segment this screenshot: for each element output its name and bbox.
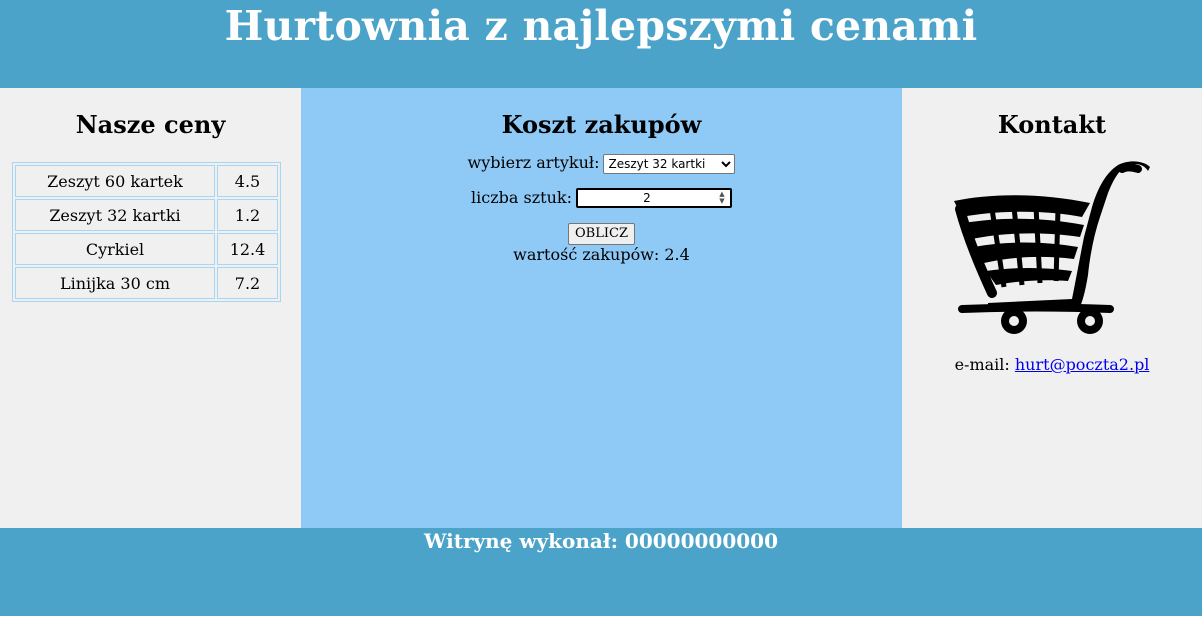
quantity-row: liczba sztuk: ▲▼	[301, 187, 902, 208]
email-link[interactable]: hurt@poczta2.pl	[1015, 355, 1150, 374]
email-label: e-mail:	[954, 355, 1010, 374]
product-price: 1.2	[217, 199, 278, 231]
product-name: Zeszyt 60 kartek	[15, 165, 215, 197]
product-price: 4.5	[217, 165, 278, 197]
purchase-total: wartość zakupów: 2.4	[513, 244, 690, 264]
table-row: Zeszyt 32 kartki 1.2	[15, 199, 278, 231]
quantity-input[interactable]	[577, 190, 716, 206]
product-name: Cyrkiel	[15, 233, 215, 265]
right-panel: Kontakt e-mail: hurt@poczta2.pl	[902, 88, 1202, 528]
middle-panel: Koszt zakupów wybierz artykuł: Zeszyt 32…	[301, 88, 902, 528]
shopping-cart-icon	[954, 161, 1150, 334]
table-row: Linijka 30 cm 7.2	[15, 267, 278, 299]
footer-banner: Witrynę wykonał: 00000000000	[0, 528, 1202, 616]
quantity-field[interactable]: ▲▼	[575, 188, 732, 208]
product-price: 12.4	[217, 233, 278, 265]
page: Hurtownia z najlepszymi cenami Nasze cen…	[0, 0, 1202, 617]
item-select-label: wybierz artykuł:	[467, 153, 600, 172]
page-title: Hurtownia z najlepszymi cenami	[224, 2, 978, 50]
header-banner: Hurtownia z najlepszymi cenami	[0, 0, 1202, 88]
price-table: Zeszyt 60 kartek 4.5 Zeszyt 32 kartki 1.…	[12, 162, 281, 302]
prices-heading: Nasze ceny	[75, 110, 226, 139]
item-select-row: wybierz artykuł: Zeszyt 32 kartki	[301, 153, 902, 174]
footer-author: Witrynę wykonał: 00000000000	[424, 529, 778, 553]
calculate-button[interactable]: OBLICZ	[568, 222, 635, 245]
contact-line: e-mail: hurt@poczta2.pl	[902, 355, 1202, 374]
table-row: Zeszyt 60 kartek 4.5	[15, 165, 278, 197]
product-price: 7.2	[217, 267, 278, 299]
table-row: Cyrkiel 12.4	[15, 233, 278, 265]
left-panel: Nasze ceny Zeszyt 60 kartek 4.5 Zeszyt 3…	[0, 88, 301, 528]
spinner-arrows-icon[interactable]: ▲ ▼	[716, 191, 728, 205]
quantity-label: liczba sztuk:	[471, 187, 572, 207]
product-name: Linijka 30 cm	[15, 267, 215, 299]
cost-heading: Koszt zakupów	[501, 110, 702, 139]
contact-heading: Kontakt	[997, 110, 1107, 139]
item-select[interactable]: Zeszyt 32 kartki	[603, 153, 736, 174]
calc-button-row: OBLICZ	[301, 222, 902, 245]
product-name: Zeszyt 32 kartki	[15, 199, 215, 231]
